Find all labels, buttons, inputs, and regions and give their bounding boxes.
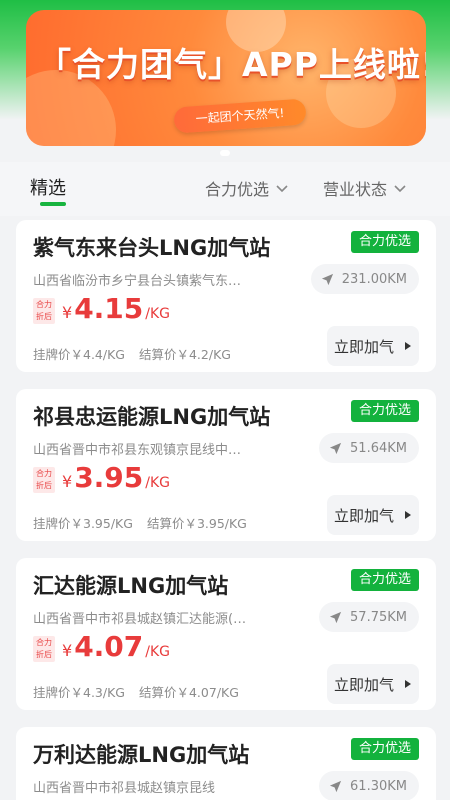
preferred-badge: 合力优选 [350,738,419,760]
station-card[interactable]: 汇达能源LNG加气站 合力优选 山西省晋中市祁县城赵镇汇达能源(… 57.75K… [16,558,436,710]
station-address: 山西省晋中市祁县城赵镇京昆线 [33,781,216,796]
station-address: 山西省晋中市祁县东观镇京昆线中… [33,443,242,458]
distance-value: 51.64KM [350,440,407,456]
filter-label: 营业状态 [323,180,388,199]
listed-price: 挂牌价￥4.3/KG [33,685,125,700]
station-name: 万利达能源LNG加气站 [33,743,250,767]
chevron-down-icon [394,185,406,193]
refuel-now-button[interactable]: 立即加气 [327,664,419,704]
discount-price: ¥ 3.95 /KG [62,461,170,494]
price-unit: /KG [145,644,171,660]
discount-price: ¥ 4.15 /KG [62,292,170,325]
station-address: 山西省临汾市乡宁县台头镇紫气东… [33,274,242,289]
preferred-badge: 合力优选 [350,569,419,591]
refuel-now-button[interactable]: 立即加气 [327,495,419,535]
banner-title: 「合力团气」APP上线啦! [38,45,426,84]
navigation-arrow-icon [329,442,342,454]
price-unit: /KG [145,306,171,322]
settlement-price: 结算价￥4.2/KG [138,347,231,362]
distance-pill[interactable]: 51.64KM [319,433,419,463]
preferred-badge: 合力优选 [350,231,419,253]
carousel-dot-active[interactable] [220,150,230,156]
station-card[interactable]: 万利达能源LNG加气站 合力优选 山西省晋中市祁县城赵镇京昆线 61.30KM [16,727,436,800]
listed-price: 挂牌价￥4.4/KG [33,347,125,362]
station-name: 汇达能源LNG加气站 [33,574,229,598]
station-name: 祁县忠运能源LNG加气站 [33,405,271,429]
navigation-arrow-icon [321,273,333,285]
reference-prices: 挂牌价￥4.3/KG 结算价￥4.07/KG [33,682,253,701]
tab-featured[interactable]: 精选 [30,174,66,200]
price-value: 3.95 [74,461,144,494]
filter-label: 合力优选 [205,180,270,199]
discount-price: ¥ 4.07 /KG [62,630,170,663]
caret-right-icon [405,680,411,688]
chevron-down-icon [276,185,288,193]
station-address: 山西省晋中市祁县城赵镇汇达能源(… [33,612,247,627]
refuel-now-label: 立即加气 [333,675,394,694]
station-card[interactable]: 紫气东来台头LNG加气站 合力优选 山西省临汾市乡宁县台头镇紫气东… 231.0… [16,220,436,372]
discount-tag: 合力折后 [33,636,55,662]
station-card[interactable]: 祁县忠运能源LNG加气站 合力优选 山西省晋中市祁县东观镇京昆线中… 51.64… [16,389,436,541]
discount-tag: 合力折后 [33,298,55,324]
currency-symbol: ¥ [62,472,73,491]
distance-pill[interactable]: 61.30KM [319,771,419,800]
station-name: 紫气东来台头LNG加气站 [33,236,271,260]
distance-pill[interactable]: 57.75KM [319,602,419,632]
preferred-badge: 合力优选 [350,400,419,422]
settlement-price: 结算价￥4.07/KG [138,685,239,700]
distance-value: 61.30KM [350,778,407,794]
navigation-arrow-icon [329,611,342,623]
banner-ribbon: 一起团个天然气! [173,98,307,134]
refuel-now-label: 立即加气 [333,506,394,525]
distance-value: 231.00KM [341,271,407,287]
reference-prices: 挂牌价￥3.95/KG 结算价￥3.95/KG [33,513,261,532]
reference-prices: 挂牌价￥4.4/KG 结算价￥4.2/KG [33,344,245,363]
discount-tag: 合力折后 [33,467,55,493]
listed-price: 挂牌价￥3.95/KG [33,516,133,531]
settlement-price: 结算价￥3.95/KG [146,516,247,531]
filter-business-status[interactable]: 营业状态 [323,176,407,200]
refuel-now-label: 立即加气 [333,337,394,356]
caret-right-icon [405,511,411,519]
tab-underline [40,202,66,206]
price-unit: /KG [145,475,171,491]
promo-banner[interactable]: 「合力团气」APP上线啦! 一起团个天然气! [26,10,426,146]
price-value: 4.15 [74,292,144,325]
filter-bar: 精选 合力优选 营业状态 [0,162,450,216]
currency-symbol: ¥ [62,641,73,660]
carousel-indicator [0,150,450,156]
filter-heli-preferred[interactable]: 合力优选 [205,176,289,200]
refuel-now-button[interactable]: 立即加气 [327,326,419,366]
distance-pill[interactable]: 231.00KM [310,264,419,294]
navigation-arrow-icon [329,780,342,792]
currency-symbol: ¥ [62,303,73,322]
distance-value: 57.75KM [350,609,407,625]
caret-right-icon [405,342,411,350]
price-value: 4.07 [74,630,144,663]
